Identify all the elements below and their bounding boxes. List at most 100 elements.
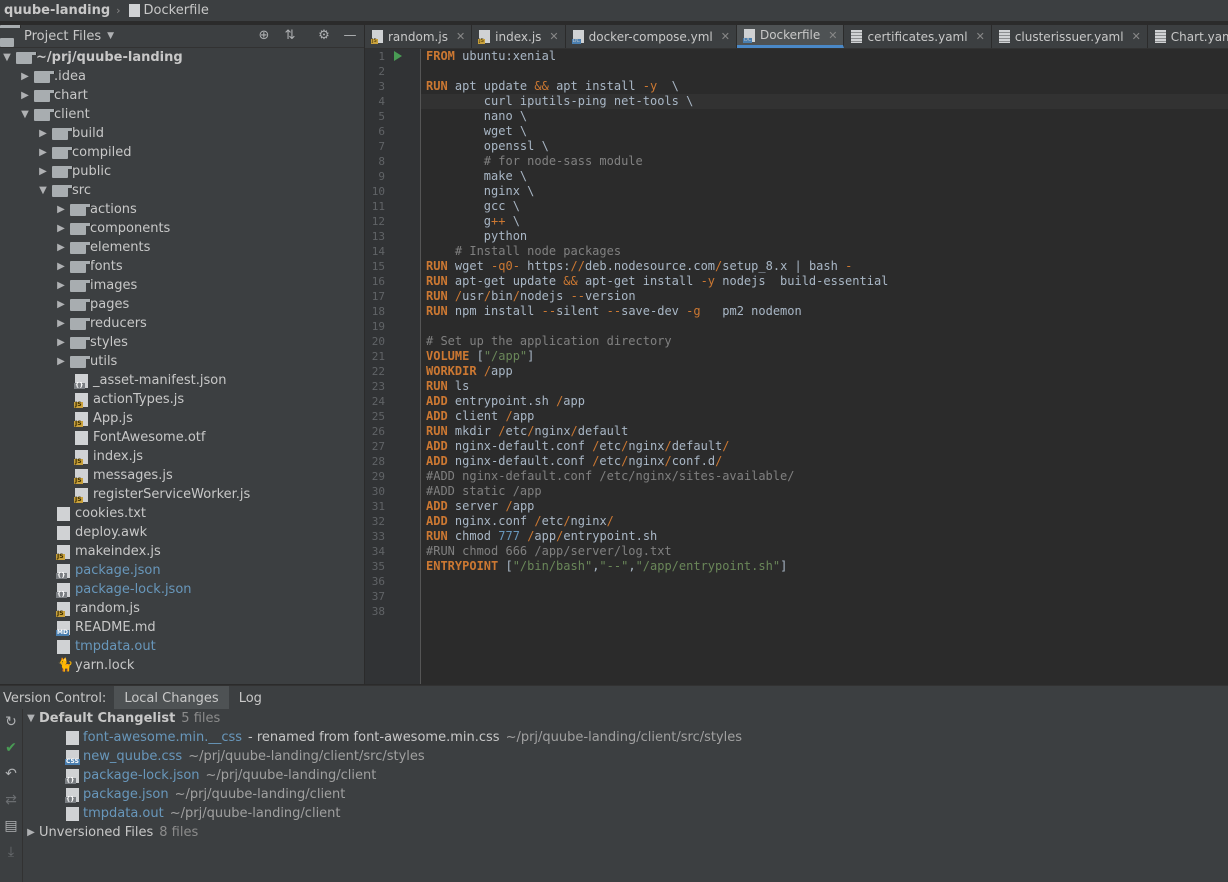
chevron-down-icon[interactable]: ▼ — [0, 52, 14, 63]
code-line[interactable]: RUN apt update && apt install -y \ — [421, 79, 1228, 94]
tree-folder[interactable]: ▶ elements — [0, 238, 364, 257]
changelist-icon[interactable]: ▤ — [0, 813, 22, 839]
code-line[interactable]: #ADD static /app — [421, 484, 1228, 499]
code-line[interactable]: nginx \ — [421, 184, 1228, 199]
chevron-down-icon[interactable]: ▼ — [23, 713, 39, 724]
chevron-right-icon[interactable]: ▶ — [54, 223, 68, 234]
code-line[interactable]: python — [421, 229, 1228, 244]
chevron-right-icon[interactable]: ▶ — [54, 299, 68, 310]
changed-file-row[interactable]: CSS new_quube.css ~/prj/quube-landing/clie… — [23, 747, 1228, 766]
tab-local-changes[interactable]: Local Changes — [114, 686, 229, 710]
code-line[interactable]: RUN chmod 777 /app/entrypoint.sh — [421, 529, 1228, 544]
tree-file[interactable]: JS registerServiceWorker.js — [0, 485, 364, 504]
chevron-down-icon[interactable]: ▼ — [36, 185, 50, 196]
code-line[interactable]: # for node-sass module — [421, 154, 1228, 169]
locate-icon[interactable]: ⊕ — [256, 27, 272, 43]
close-icon[interactable]: ✕ — [828, 29, 837, 42]
tab-clusterissuer-yaml[interactable]: clusterissuer.yaml ✕ — [992, 25, 1148, 48]
close-icon[interactable]: ✕ — [549, 30, 558, 43]
tab-log[interactable]: Log — [229, 686, 272, 710]
tree-folder[interactable]: ▶ utils — [0, 352, 364, 371]
tree-file[interactable]: FontAwesome.otf — [0, 428, 364, 447]
shelve-icon[interactable]: ⤓ — [0, 839, 22, 865]
breadcrumb-project[interactable]: quube-landing — [0, 3, 116, 18]
code-line[interactable]: ADD nginx-default.conf /etc/nginx/defaul… — [421, 439, 1228, 454]
tree-folder[interactable]: ▶ chart — [0, 86, 364, 105]
chevron-right-icon[interactable]: ▶ — [54, 337, 68, 348]
code-line[interactable]: curl iputils-ping net-tools \ — [421, 94, 1228, 109]
tree-file[interactable]: MD README.md — [0, 618, 364, 637]
code-line[interactable]: gcc \ — [421, 199, 1228, 214]
chevron-right-icon[interactable]: ▶ — [54, 242, 68, 253]
tree-file[interactable]: {} package-lock.json — [0, 580, 364, 599]
code-editor[interactable]: FROM ubuntu:xenial RUN apt update && apt … — [421, 49, 1228, 684]
chevron-right-icon[interactable]: ▶ — [36, 147, 50, 158]
commit-check-icon[interactable]: ✔ — [0, 735, 22, 761]
chevron-right-icon[interactable]: ▶ — [18, 71, 32, 82]
tree-folder[interactable]: ▶ images — [0, 276, 364, 295]
code-line[interactable]: wget \ — [421, 124, 1228, 139]
diff-icon[interactable]: ⇄ — [0, 787, 22, 813]
tree-folder[interactable]: ▼ ~/prj/quube-landing — [0, 48, 364, 67]
chevron-right-icon[interactable]: ▶ — [54, 318, 68, 329]
code-line[interactable]: VOLUME ["/app"] — [421, 349, 1228, 364]
changed-file-row[interactable]: font-awesome.min.__css - renamed from fon… — [23, 728, 1228, 747]
code-line[interactable]: make \ — [421, 169, 1228, 184]
code-line[interactable]: RUN wget -q0- https://deb.nodesource.com… — [421, 259, 1228, 274]
code-line[interactable]: RUN mkdir /etc/nginx/default — [421, 424, 1228, 439]
code-line[interactable]: #ADD nginx-default.conf /etc/nginx/sites… — [421, 469, 1228, 484]
tree-file[interactable]: JS actionTypes.js — [0, 390, 364, 409]
code-line[interactable]: nano \ — [421, 109, 1228, 124]
tree-folder[interactable]: ▶ actions — [0, 200, 364, 219]
tree-file[interactable]: tmpdata.out — [0, 637, 364, 656]
hide-icon[interactable]: — — [342, 27, 358, 43]
close-icon[interactable]: ✕ — [721, 30, 730, 43]
close-icon[interactable]: ✕ — [456, 30, 465, 43]
tree-folder[interactable]: ▶ compiled — [0, 143, 364, 162]
code-line[interactable]: ADD entrypoint.sh /app — [421, 394, 1228, 409]
code-line[interactable]: ADD server /app — [421, 499, 1228, 514]
code-line[interactable]: # Set up the application directory — [421, 334, 1228, 349]
tree-folder[interactable]: ▶ reducers — [0, 314, 364, 333]
tab-chart-yaml[interactable]: Chart.yaml✕ — [1148, 25, 1228, 48]
tree-folder[interactable]: ▶ fonts — [0, 257, 364, 276]
code-line[interactable]: ADD nginx.conf /etc/nginx/ — [421, 514, 1228, 529]
code-line[interactable]: # Install node packages — [421, 244, 1228, 259]
code-line[interactable]: ADD client /app — [421, 409, 1228, 424]
tree-file[interactable]: JS index.js — [0, 447, 364, 466]
run-icon[interactable] — [394, 51, 402, 61]
tree-folder[interactable]: ▶ build — [0, 124, 364, 143]
code-line[interactable]: #RUN chmod 666 /app/server/log.txt — [421, 544, 1228, 559]
chevron-right-icon[interactable]: ▶ — [54, 356, 68, 367]
code-line[interactable]: WORKDIR /app — [421, 364, 1228, 379]
tree-file[interactable]: JS random.js — [0, 599, 364, 618]
rollback-icon[interactable]: ↶ — [0, 761, 22, 787]
tree-file[interactable]: {} _asset-manifest.json — [0, 371, 364, 390]
code-line[interactable]: RUN /usr/bin/nodejs --version — [421, 289, 1228, 304]
chevron-right-icon[interactable]: ▶ — [23, 827, 39, 838]
tree-folder[interactable]: ▼ src — [0, 181, 364, 200]
tree-file[interactable]: JS App.js — [0, 409, 364, 428]
code-line[interactable]: RUN apt-get update && apt-get install -y… — [421, 274, 1228, 289]
project-view-selector[interactable]: Project Files ▼ — [0, 25, 114, 47]
close-icon[interactable]: ✕ — [1132, 30, 1141, 43]
tab-index-js[interactable]: JS index.js ✕ — [472, 25, 566, 48]
tree-folder[interactable]: ▶ components — [0, 219, 364, 238]
tree-folder[interactable]: ▶ pages — [0, 295, 364, 314]
refresh-icon[interactable]: ↻ — [0, 709, 22, 735]
code-line[interactable]: ENTRYPOINT ["/bin/bash","--","/app/entry… — [421, 559, 1228, 574]
code-line[interactable] — [421, 64, 1228, 79]
code-line[interactable]: RUN npm install --silent --save-dev -g p… — [421, 304, 1228, 319]
chevron-down-icon[interactable]: ▼ — [18, 109, 32, 120]
tree-folder[interactable]: ▼ client — [0, 105, 364, 124]
changed-file-row[interactable]: {} package-lock.json ~/prj/quube-landing/c… — [23, 766, 1228, 785]
code-line[interactable]: FROM ubuntu:xenial — [421, 49, 1228, 64]
tree-file[interactable]: JS makeindex.js — [0, 542, 364, 561]
code-line[interactable]: ADD nginx-default.conf /etc/nginx/conf.d… — [421, 454, 1228, 469]
chevron-right-icon[interactable]: ▶ — [36, 166, 50, 177]
tree-file[interactable]: cookies.txt — [0, 504, 364, 523]
breadcrumb-file[interactable]: Dockerfile — [121, 3, 209, 18]
code-line[interactable] — [421, 574, 1228, 589]
code-line[interactable] — [421, 319, 1228, 334]
code-line[interactable] — [421, 589, 1228, 604]
